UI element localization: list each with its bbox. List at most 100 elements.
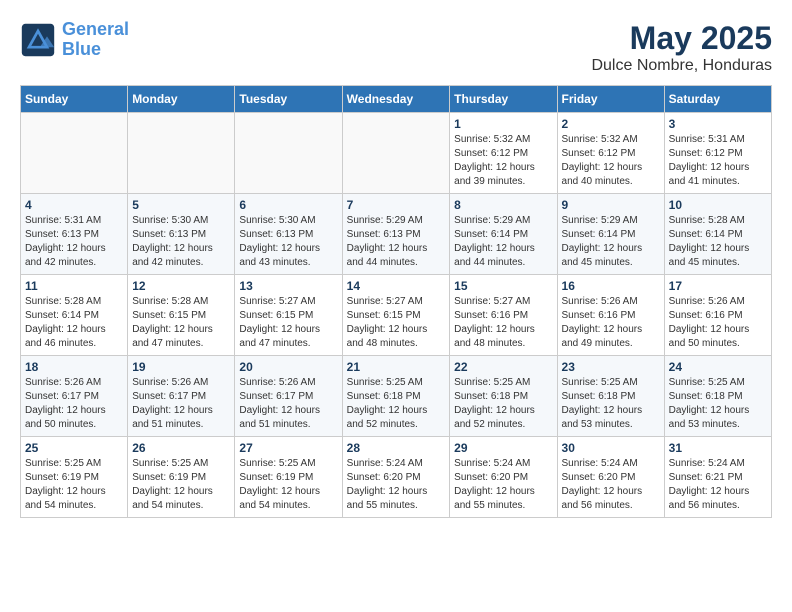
day-cell: 14 Sunrise: 5:27 AM Sunset: 6:15 PM Dayli… (342, 275, 450, 356)
logo: General Blue (20, 20, 129, 60)
day-number: 13 (239, 279, 337, 293)
day-number: 18 (25, 360, 123, 374)
day-info: Sunrise: 5:25 AM Sunset: 6:18 PM Dayligh… (347, 376, 446, 432)
day-cell: 30 Sunrise: 5:24 AM Sunset: 6:20 PM Dayli… (557, 437, 664, 518)
day-cell: 29 Sunrise: 5:24 AM Sunset: 6:20 PM Dayli… (450, 437, 557, 518)
day-info: Sunrise: 5:29 AM Sunset: 6:14 PM Dayligh… (562, 214, 660, 270)
column-header-monday: Monday (128, 86, 235, 113)
day-number: 5 (132, 198, 230, 212)
day-number: 24 (669, 360, 767, 374)
day-number: 6 (239, 198, 337, 212)
day-number: 8 (454, 198, 552, 212)
week-row-3: 11 Sunrise: 5:28 AM Sunset: 6:14 PM Dayli… (21, 275, 772, 356)
day-info: Sunrise: 5:26 AM Sunset: 6:17 PM Dayligh… (132, 376, 230, 432)
day-info: Sunrise: 5:28 AM Sunset: 6:14 PM Dayligh… (669, 214, 767, 270)
day-info: Sunrise: 5:25 AM Sunset: 6:18 PM Dayligh… (562, 376, 660, 432)
day-number: 16 (562, 279, 660, 293)
day-info: Sunrise: 5:28 AM Sunset: 6:15 PM Dayligh… (132, 295, 230, 351)
subtitle: Dulce Nombre, Honduras (591, 57, 772, 75)
day-info: Sunrise: 5:24 AM Sunset: 6:20 PM Dayligh… (454, 457, 552, 513)
day-info: Sunrise: 5:29 AM Sunset: 6:13 PM Dayligh… (347, 214, 446, 270)
day-number: 3 (669, 117, 767, 131)
day-number: 30 (562, 441, 660, 455)
logo-icon (20, 22, 56, 58)
page-header: General Blue May 2025 Dulce Nombre, Hond… (20, 20, 772, 75)
day-info: Sunrise: 5:30 AM Sunset: 6:13 PM Dayligh… (132, 214, 230, 270)
day-number: 9 (562, 198, 660, 212)
day-number: 1 (454, 117, 552, 131)
column-header-wednesday: Wednesday (342, 86, 450, 113)
day-info: Sunrise: 5:25 AM Sunset: 6:19 PM Dayligh… (239, 457, 337, 513)
day-info: Sunrise: 5:26 AM Sunset: 6:17 PM Dayligh… (239, 376, 337, 432)
day-number: 12 (132, 279, 230, 293)
day-cell: 25Sunrise: 5:25 AM Sunset: 6:19 PM Dayli… (21, 437, 128, 518)
day-info: Sunrise: 5:28 AM Sunset: 6:14 PM Dayligh… (25, 295, 123, 351)
day-cell: 26Sunrise: 5:25 AM Sunset: 6:19 PM Dayli… (128, 437, 235, 518)
day-cell: 28 Sunrise: 5:24 AM Sunset: 6:20 PM Dayli… (342, 437, 450, 518)
column-header-friday: Friday (557, 86, 664, 113)
day-info: Sunrise: 5:27 AM Sunset: 6:16 PM Dayligh… (454, 295, 552, 351)
calendar-body: 1 Sunrise: 5:32 AM Sunset: 6:12 PM Daylig… (21, 113, 772, 518)
day-info: Sunrise: 5:32 AM Sunset: 6:12 PM Dayligh… (454, 133, 552, 189)
day-cell: 22 Sunrise: 5:25 AM Sunset: 6:18 PM Dayli… (450, 356, 557, 437)
day-cell: 1 Sunrise: 5:32 AM Sunset: 6:12 PM Daylig… (450, 113, 557, 194)
calendar-header-row: SundayMondayTuesdayWednesdayThursdayFrid… (21, 86, 772, 113)
day-number: 25 (25, 441, 123, 455)
day-cell: 9 Sunrise: 5:29 AM Sunset: 6:14 PM Daylig… (557, 194, 664, 275)
day-cell: 12 Sunrise: 5:28 AM Sunset: 6:15 PM Dayli… (128, 275, 235, 356)
column-header-thursday: Thursday (450, 86, 557, 113)
day-number: 15 (454, 279, 552, 293)
day-info: Sunrise: 5:31 AM Sunset: 6:13 PM Dayligh… (25, 214, 123, 270)
day-cell: 3 Sunrise: 5:31 AM Sunset: 6:12 PM Daylig… (664, 113, 771, 194)
day-info: Sunrise: 5:25 AM Sunset: 6:18 PM Dayligh… (454, 376, 552, 432)
column-header-tuesday: Tuesday (235, 86, 342, 113)
day-number: 17 (669, 279, 767, 293)
day-cell: 18 Sunrise: 5:26 AM Sunset: 6:17 PM Dayli… (21, 356, 128, 437)
day-number: 7 (347, 198, 446, 212)
day-info: Sunrise: 5:31 AM Sunset: 6:12 PM Dayligh… (669, 133, 767, 189)
day-info: Sunrise: 5:29 AM Sunset: 6:14 PM Dayligh… (454, 214, 552, 270)
day-cell: 11 Sunrise: 5:28 AM Sunset: 6:14 PM Dayli… (21, 275, 128, 356)
week-row-5: 25 Sunrise: 5:25 AM Sunset: 6:19 PM Dayli… (21, 437, 772, 518)
day-info: Sunrise: 5:26 AM Sunset: 6:16 PM Dayligh… (669, 295, 767, 351)
day-info: Sunrise: 5:24 AM Sunset: 6:20 PM Dayligh… (562, 457, 660, 513)
day-cell: 31 Sunrise: 5:24 AM Sunset: 6:21 PM Dayli… (664, 437, 771, 518)
day-number: 11 (25, 279, 123, 293)
day-number: 28 (347, 441, 446, 455)
day-cell: 8 Sunrise: 5:29 AM Sunset: 6:14 PM Daylig… (450, 194, 557, 275)
day-cell: 16Sunrise: 5:26 AM Sunset: 6:16 PM Dayli… (557, 275, 664, 356)
day-number: 10 (669, 198, 767, 212)
day-number: 22 (454, 360, 552, 374)
day-info: Sunrise: 5:30 AM Sunset: 6:13 PM Dayligh… (239, 214, 337, 270)
day-cell (21, 113, 128, 194)
day-number: 19 (132, 360, 230, 374)
day-number: 29 (454, 441, 552, 455)
day-cell: 10 Sunrise: 5:28 AM Sunset: 6:14 PM Dayli… (664, 194, 771, 275)
logo-text: General Blue (62, 20, 129, 60)
day-cell: 24 Sunrise: 5:25 AM Sunset: 6:18 PM Dayli… (664, 356, 771, 437)
day-number: 26 (132, 441, 230, 455)
week-row-1: 1 Sunrise: 5:32 AM Sunset: 6:12 PM Daylig… (21, 113, 772, 194)
day-number: 31 (669, 441, 767, 455)
day-info: Sunrise: 5:27 AM Sunset: 6:15 PM Dayligh… (347, 295, 446, 351)
day-number: 21 (347, 360, 446, 374)
day-cell: 6 Sunrise: 5:30 AM Sunset: 6:13 PM Daylig… (235, 194, 342, 275)
day-info: Sunrise: 5:26 AM Sunset: 6:17 PM Dayligh… (25, 376, 123, 432)
day-cell: 23Sunrise: 5:25 AM Sunset: 6:18 PM Dayli… (557, 356, 664, 437)
day-cell: 20Sunrise: 5:26 AM Sunset: 6:17 PM Dayli… (235, 356, 342, 437)
day-cell: 13Sunrise: 5:27 AM Sunset: 6:15 PM Dayli… (235, 275, 342, 356)
calendar-table: SundayMondayTuesdayWednesdayThursdayFrid… (20, 85, 772, 518)
column-header-saturday: Saturday (664, 86, 771, 113)
day-cell (128, 113, 235, 194)
day-info: Sunrise: 5:24 AM Sunset: 6:21 PM Dayligh… (669, 457, 767, 513)
logo-line1: General (62, 19, 129, 39)
day-info: Sunrise: 5:25 AM Sunset: 6:18 PM Dayligh… (669, 376, 767, 432)
day-info: Sunrise: 5:32 AM Sunset: 6:12 PM Dayligh… (562, 133, 660, 189)
day-number: 14 (347, 279, 446, 293)
logo-line2: Blue (62, 39, 101, 59)
day-cell: 17 Sunrise: 5:26 AM Sunset: 6:16 PM Dayli… (664, 275, 771, 356)
day-info: Sunrise: 5:24 AM Sunset: 6:20 PM Dayligh… (347, 457, 446, 513)
day-cell (235, 113, 342, 194)
day-cell: 4Sunrise: 5:31 AM Sunset: 6:13 PM Daylig… (21, 194, 128, 275)
column-header-sunday: Sunday (21, 86, 128, 113)
